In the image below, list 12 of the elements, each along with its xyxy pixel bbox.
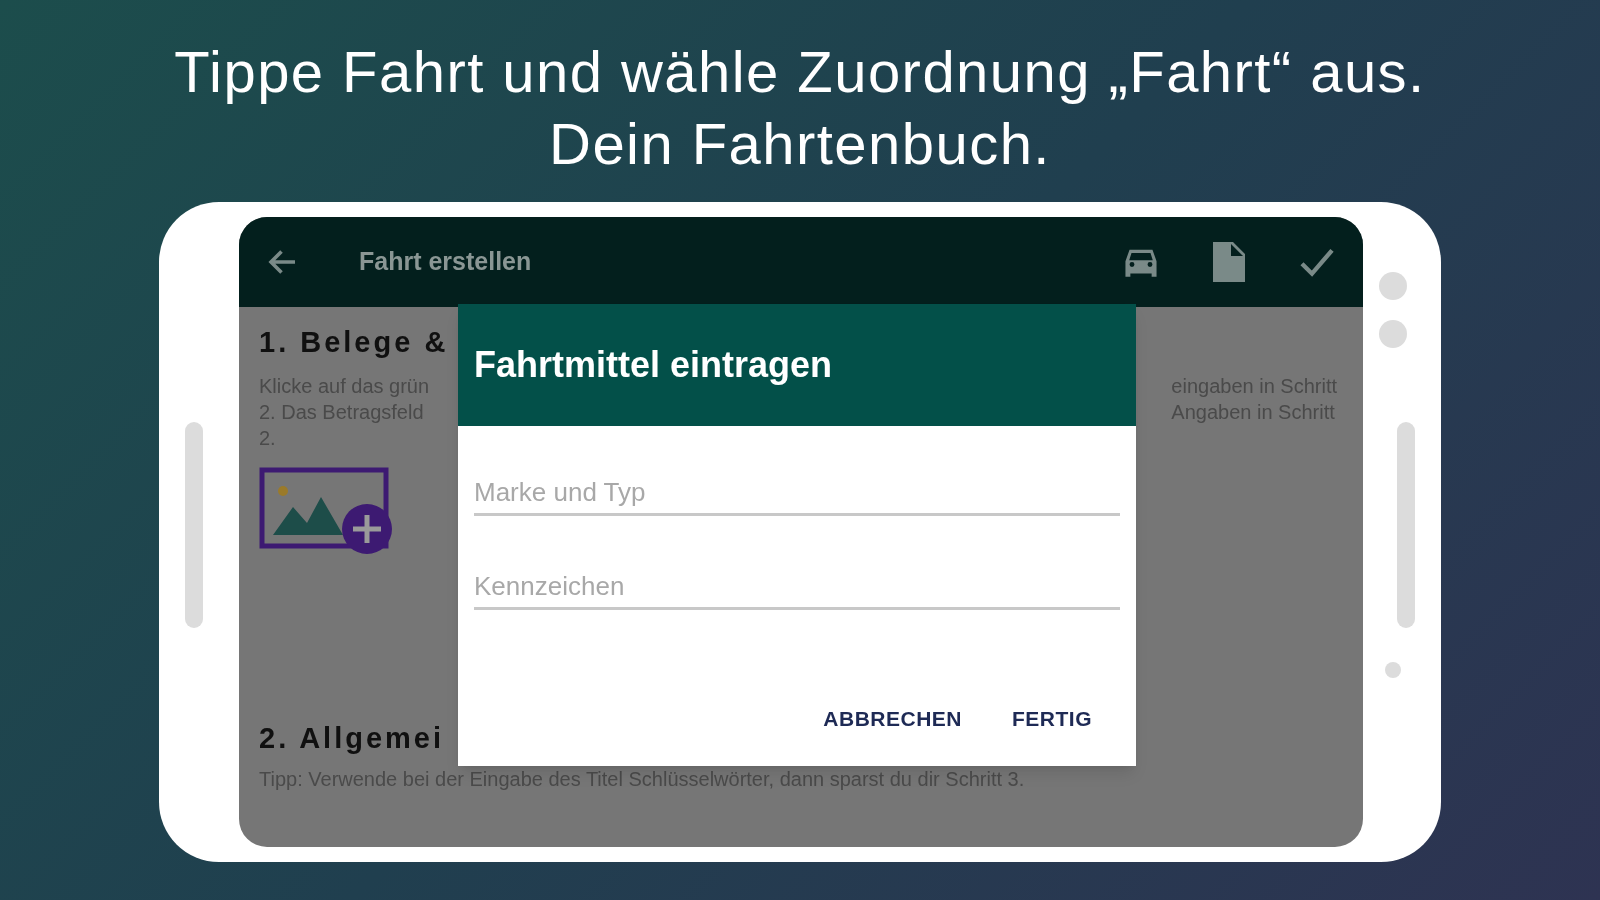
add-image-icon[interactable] (259, 466, 395, 557)
text-field[interactable]: Marke und Typ (474, 472, 1120, 516)
section-heading: 1. Belege & (259, 325, 449, 360)
app-bar-title: Fahrt erstellen (359, 246, 532, 278)
dialog-title: Fahrtmittel eintragen (474, 343, 833, 387)
headline: Dein Fahrtenbuch. (549, 110, 1051, 178)
dialog-button[interactable]: ABBRECHEN (809, 692, 976, 744)
headline: Tippe Fahrt und wähle Zuordnung „Fahrt“ aus. (174, 38, 1426, 106)
document-icon[interactable] (1213, 242, 1245, 282)
section-heading: 2. Allgemei (259, 720, 445, 756)
text-field[interactable]: Kennzeichen (474, 566, 1120, 610)
dialog-button[interactable]: FERTIG (998, 692, 1106, 744)
